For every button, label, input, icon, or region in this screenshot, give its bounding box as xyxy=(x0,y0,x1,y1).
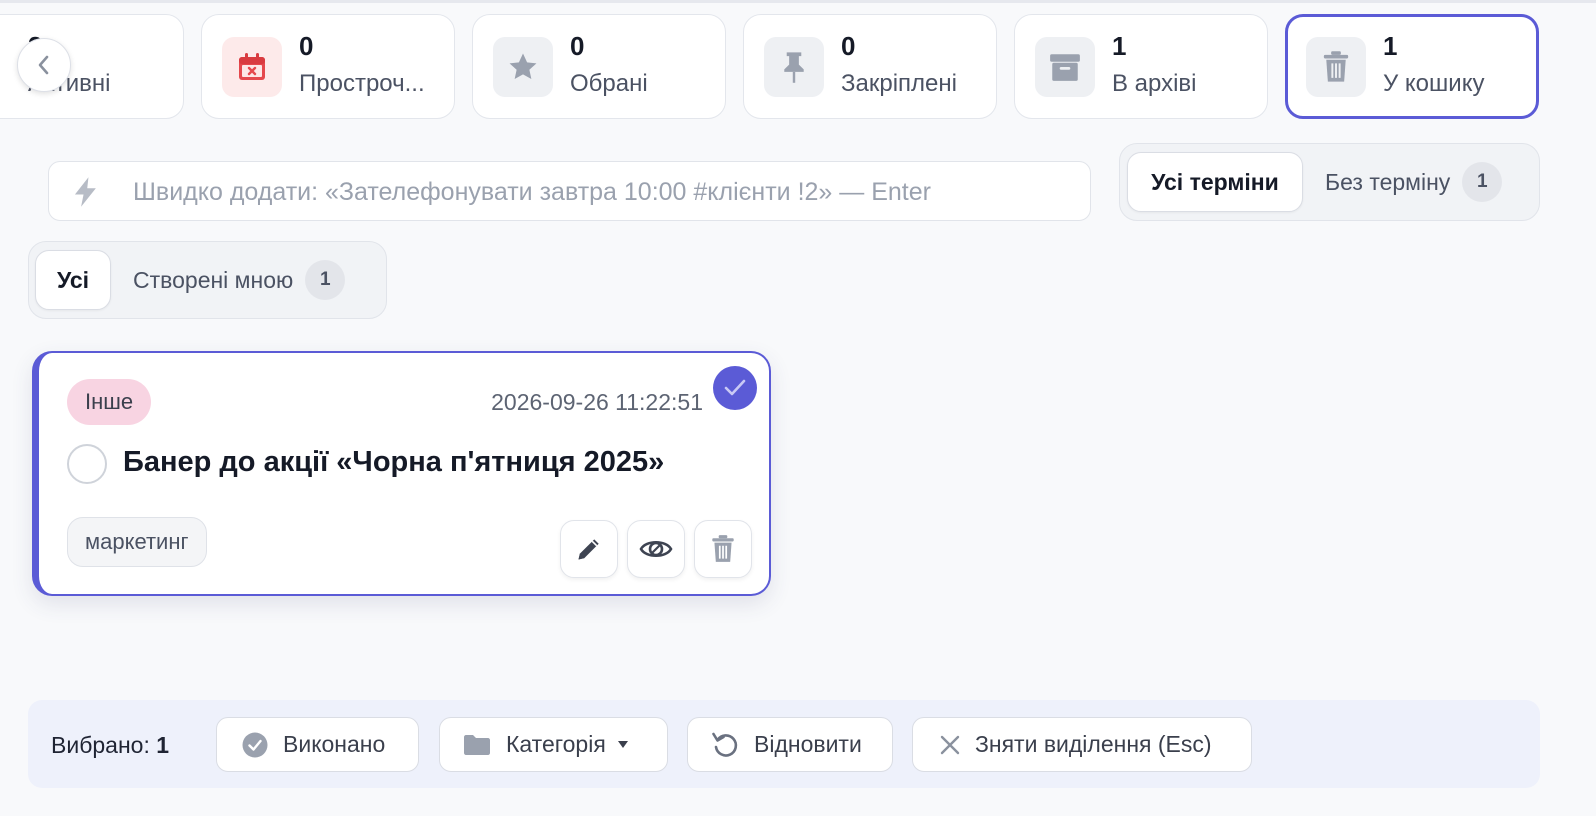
calendar-overdue-icon xyxy=(222,37,282,97)
category-dropdown[interactable]: Категорія xyxy=(439,717,668,772)
check-circle-icon xyxy=(241,731,269,759)
complete-toggle[interactable] xyxy=(67,444,107,484)
stat-card-favorites[interactable]: 0 Обрані xyxy=(472,14,726,119)
selection-label: Вибрано: xyxy=(51,732,150,758)
folder-icon xyxy=(462,733,492,757)
pencil-icon xyxy=(578,539,599,560)
stat-value: 0 xyxy=(841,31,856,61)
star-icon xyxy=(493,37,553,97)
selection-count: 1 xyxy=(156,732,170,758)
edit-button[interactable] xyxy=(560,520,618,578)
checkmark-icon xyxy=(724,379,746,396)
trash-icon xyxy=(1306,37,1366,97)
filter-no-deadline[interactable]: Без терміну 1 xyxy=(1325,152,1503,212)
stat-value: 0 xyxy=(570,31,585,61)
stat-label: У кошику xyxy=(1383,70,1485,97)
lightning-icon xyxy=(71,176,101,213)
stat-card-pinned[interactable]: 0 Закріплені xyxy=(743,14,997,119)
owner-filter: Усі Створені мною 1 xyxy=(28,241,387,319)
stat-label: Обрані xyxy=(570,70,648,97)
button-label: Зняти виділення (Esc) xyxy=(975,731,1212,757)
count-badge: 1 xyxy=(1462,162,1503,202)
selected-check-badge[interactable] xyxy=(713,366,757,410)
stat-label: Закріплені xyxy=(841,70,957,97)
stat-value: 0 xyxy=(299,31,314,61)
selection-count-text: Вибрано: 1 xyxy=(51,732,169,759)
stat-card-archive[interactable]: 1 В архіві xyxy=(1014,14,1268,119)
count-badge: 1 xyxy=(305,260,346,300)
stats-row: 2 Активні 0 Простроч... 0 Обрані 0 Закр xyxy=(0,14,1596,120)
view-button[interactable] xyxy=(627,520,685,578)
undo-icon xyxy=(710,730,740,760)
scroll-left-button[interactable] xyxy=(17,38,71,92)
close-icon xyxy=(939,734,961,756)
trash-icon xyxy=(712,535,734,562)
quick-add-input[interactable] xyxy=(133,170,1073,214)
stat-value: 1 xyxy=(1383,31,1398,61)
restore-button[interactable]: Відновити xyxy=(687,717,893,772)
filter-label: Створені мною xyxy=(133,266,294,293)
category-badge: Інше xyxy=(67,379,152,425)
chevron-left-icon xyxy=(38,55,49,75)
button-label: Категорія xyxy=(506,731,606,757)
archive-icon xyxy=(1035,37,1095,97)
eye-icon xyxy=(639,540,673,558)
tag-chip[interactable]: маркетинг xyxy=(67,517,207,567)
button-label: Відновити xyxy=(754,731,862,757)
caret-down-icon xyxy=(617,740,628,749)
selection-bar: Вибрано: 1 Виконано Категорія Відновити … xyxy=(28,700,1540,788)
pin-icon xyxy=(764,37,824,97)
task-datetime: 2026-09-26 11:22:51 xyxy=(491,389,703,415)
filter-all[interactable]: Усі xyxy=(35,250,111,310)
filter-label: Усі терміни xyxy=(1151,168,1279,195)
top-divider xyxy=(0,0,1596,3)
delete-button[interactable] xyxy=(694,520,752,578)
deadline-filter: Усі терміни Без терміну 1 xyxy=(1119,143,1540,221)
mark-done-button[interactable]: Виконано xyxy=(216,717,419,772)
filter-label: Усі xyxy=(56,266,90,293)
stat-value: 1 xyxy=(1112,31,1127,61)
task-title[interactable]: Банер до акції «Чорна п'ятниця 2025» xyxy=(123,446,664,479)
task-card[interactable]: Інше 2026-09-26 11:22:51 Банер до акції … xyxy=(32,351,771,596)
stat-card-overdue[interactable]: 0 Простроч... xyxy=(201,14,455,119)
filter-created-by-me[interactable]: Створені мною 1 xyxy=(133,250,346,310)
button-label: Виконано xyxy=(283,731,386,757)
filter-label: Без терміну xyxy=(1325,168,1451,195)
filter-all-deadlines[interactable]: Усі терміни xyxy=(1127,152,1303,212)
clear-selection-button[interactable]: Зняти виділення (Esc) xyxy=(912,717,1252,772)
quick-add-box xyxy=(48,161,1091,221)
stat-card-trash[interactable]: 1 У кошику xyxy=(1285,14,1539,119)
stat-label: Простроч... xyxy=(299,70,425,97)
stat-label: В архіві xyxy=(1112,70,1197,97)
